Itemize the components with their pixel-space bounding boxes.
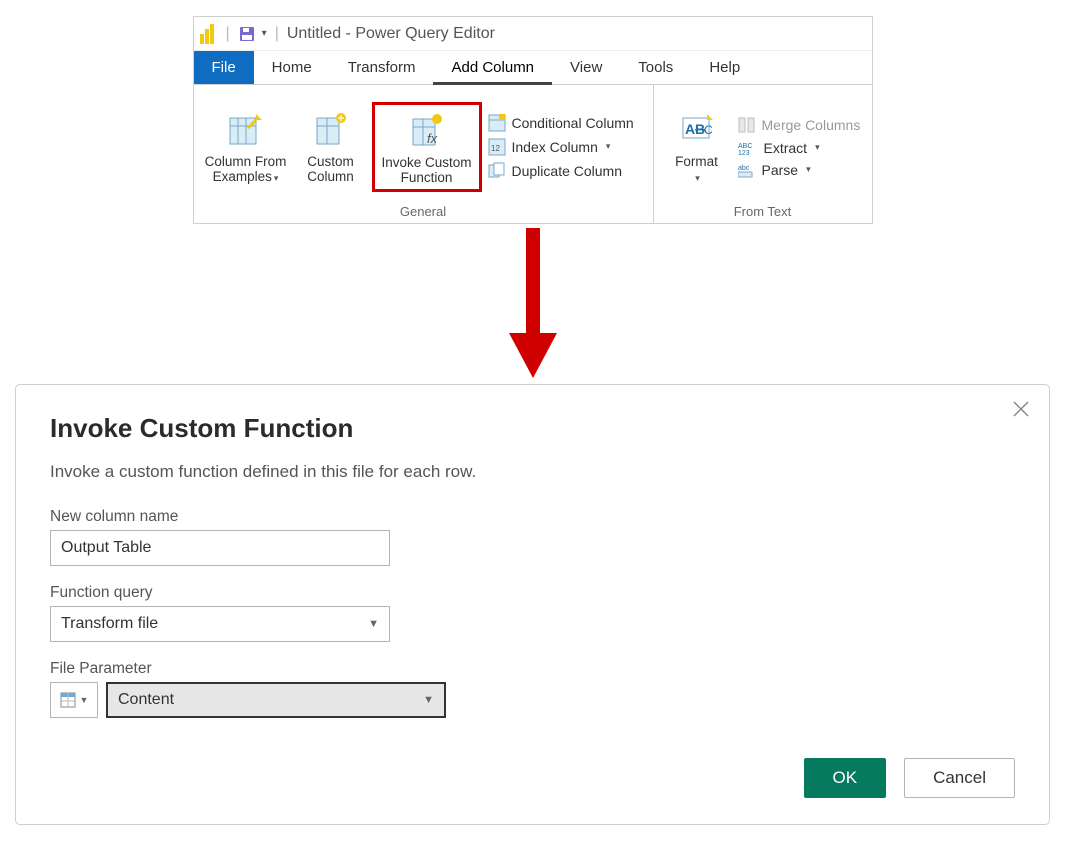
chevron-down-icon: ▼ xyxy=(368,618,379,630)
chevron-down-icon: ▼ xyxy=(80,695,89,705)
index-column-label: Index Column xyxy=(512,139,598,155)
function-query-label: Function query xyxy=(50,584,1015,602)
file-parameter-label: File Parameter xyxy=(50,660,1015,678)
ribbon-group-general-label: General xyxy=(194,202,653,223)
extract-icon: ABC123 xyxy=(738,140,758,156)
extract-label: Extract xyxy=(764,140,808,156)
format-icon: A B C xyxy=(677,108,717,152)
custom-column-button[interactable]: Custom Column xyxy=(296,106,366,188)
chevron-down-icon: ▾ xyxy=(806,164,811,175)
dialog-description: Invoke a custom function defined in this… xyxy=(50,462,1015,482)
titlebar-separator: | xyxy=(275,25,279,43)
index-column-button[interactable]: 12 Index Column ▾ xyxy=(488,138,634,156)
svg-text:ABC: ABC xyxy=(738,143,752,150)
close-button[interactable] xyxy=(1011,399,1031,419)
parse-label: Parse xyxy=(762,162,799,178)
tab-help[interactable]: Help xyxy=(691,51,758,84)
tab-transform[interactable]: Transform xyxy=(330,51,434,84)
svg-text:fx: fx xyxy=(427,131,438,146)
svg-text:12: 12 xyxy=(491,144,500,153)
file-parameter-select[interactable]: Content ▼ xyxy=(106,682,446,718)
duplicate-column-button[interactable]: Duplicate Column xyxy=(488,162,634,180)
new-column-name-input[interactable] xyxy=(50,530,390,566)
chevron-down-icon: ▼ xyxy=(423,694,434,706)
ribbon-group-from-text: A B C Format ▾ xyxy=(654,85,872,223)
chevron-down-icon: ▾ xyxy=(815,142,820,153)
ribbon-body: Column From Examples▾ Cu xyxy=(194,85,872,223)
ribbon-group-from-text-label: From Text xyxy=(654,202,872,223)
parse-icon: abc xyxy=(738,162,756,178)
parse-button[interactable]: abc Parse ▾ xyxy=(738,162,861,178)
titlebar: | ▾ | Untitled - Power Query Editor xyxy=(194,17,872,51)
chevron-down-icon: ▾ xyxy=(274,173,279,183)
duplicate-column-icon xyxy=(488,162,506,180)
format-label: Format xyxy=(675,154,718,169)
powerbi-logo-icon xyxy=(200,24,218,44)
invoke-custom-function-icon: fx xyxy=(407,109,447,153)
svg-text:A: A xyxy=(685,121,695,137)
svg-text:123: 123 xyxy=(738,150,750,156)
invoke-custom-function-button[interactable]: fx Invoke Custom Function xyxy=(377,107,477,189)
index-column-icon: 12 xyxy=(488,138,506,156)
chevron-down-icon: ▾ xyxy=(695,173,700,183)
column-from-examples-button[interactable]: Column From Examples▾ xyxy=(202,106,290,188)
svg-text:abc: abc xyxy=(738,165,750,172)
invoke-custom-function-highlight: fx Invoke Custom Function xyxy=(372,102,482,192)
save-button[interactable] xyxy=(238,25,256,43)
extract-button[interactable]: ABC123 Extract ▾ xyxy=(738,140,861,156)
ok-button[interactable]: OK xyxy=(804,758,887,798)
merge-columns-icon xyxy=(738,116,756,134)
merge-columns-button[interactable]: Merge Columns xyxy=(738,116,861,134)
table-icon xyxy=(60,692,76,708)
format-button[interactable]: A B C Format ▾ xyxy=(662,106,732,188)
function-query-value: Transform file xyxy=(61,615,158,633)
tab-tools[interactable]: Tools xyxy=(620,51,691,84)
window-title: Untitled - Power Query Editor xyxy=(287,25,495,43)
tab-view[interactable]: View xyxy=(552,51,620,84)
conditional-column-button[interactable]: Conditional Column xyxy=(488,114,634,132)
new-column-name-label: New column name xyxy=(50,508,1015,526)
conditional-column-label: Conditional Column xyxy=(512,115,634,131)
file-parameter-value: Content xyxy=(118,691,174,709)
parameter-type-picker[interactable]: ▼ xyxy=(50,682,98,718)
tab-home[interactable]: Home xyxy=(254,51,330,84)
function-query-select[interactable]: Transform file ▼ xyxy=(50,606,390,642)
invoke-custom-function-label: Invoke Custom Function xyxy=(377,155,477,189)
duplicate-column-label: Duplicate Column xyxy=(512,163,623,179)
custom-column-icon xyxy=(311,108,351,152)
cancel-button[interactable]: Cancel xyxy=(904,758,1015,798)
tab-add-column[interactable]: Add Column xyxy=(433,51,552,84)
dialog-title: Invoke Custom Function xyxy=(50,413,1015,444)
titlebar-separator: | xyxy=(226,25,230,43)
svg-text:C: C xyxy=(704,123,713,137)
custom-column-label: Custom Column xyxy=(296,154,366,188)
tab-file[interactable]: File xyxy=(194,51,254,84)
merge-columns-label: Merge Columns xyxy=(762,117,861,133)
close-icon xyxy=(1011,399,1031,419)
qat-dropdown-icon[interactable]: ▾ xyxy=(262,28,267,39)
ribbon-group-general: Column From Examples▾ Cu xyxy=(194,85,654,223)
conditional-column-icon xyxy=(488,114,506,132)
chevron-down-icon: ▾ xyxy=(606,141,611,152)
power-query-editor-window: | ▾ | Untitled - Power Query Editor File… xyxy=(193,16,873,224)
ribbon-tabstrip: File Home Transform Add Column View Tool… xyxy=(194,51,872,85)
column-from-examples-icon xyxy=(226,108,266,152)
annotation-arrow xyxy=(10,228,1055,378)
invoke-custom-function-dialog: Invoke Custom Function Invoke a custom f… xyxy=(15,384,1050,825)
